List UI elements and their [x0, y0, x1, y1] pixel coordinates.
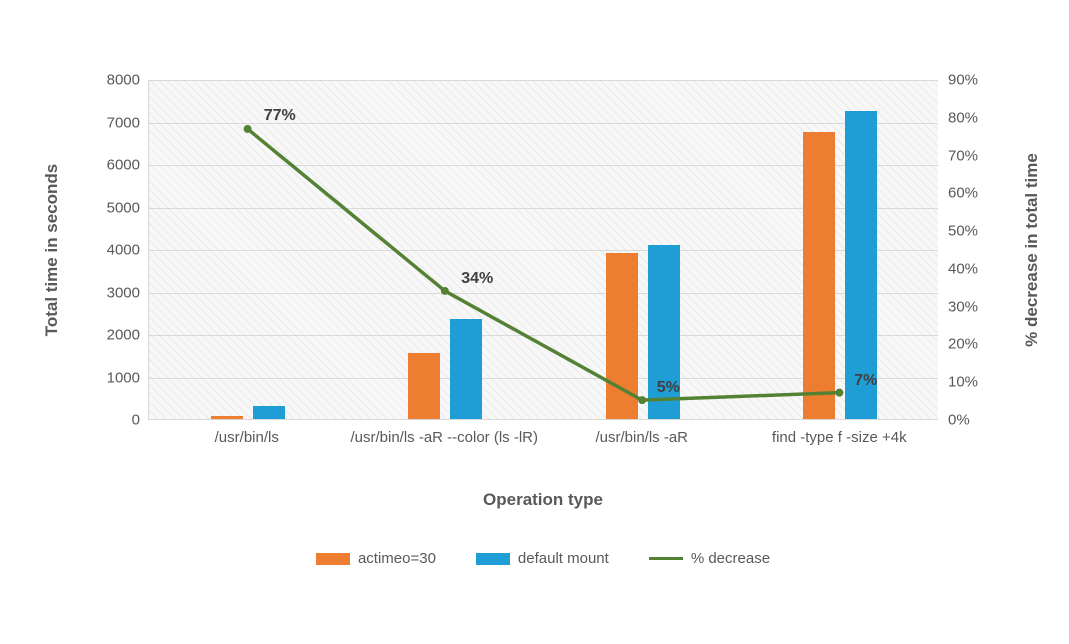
y-tick-right: 40%	[948, 261, 1008, 276]
x-tick: /usr/bin/ls	[148, 428, 346, 448]
data-label: 7%	[854, 372, 877, 390]
legend-line-icon	[649, 557, 683, 560]
y-tick-right: 70%	[948, 148, 1008, 163]
legend: actimeo=30 default mount % decrease	[148, 550, 938, 567]
y-tick-right: 20%	[948, 337, 1008, 352]
bar-actimeo-30	[803, 132, 835, 419]
chart-container: Total time in seconds % decrease in tota…	[60, 60, 1010, 610]
y-tick-left: 5000	[80, 200, 140, 215]
y-tick-right: 10%	[948, 375, 1008, 390]
x-tick: /usr/bin/ls -aR	[543, 428, 741, 448]
y-tick-right: 50%	[948, 224, 1008, 239]
y-tick-right: 0%	[948, 413, 1008, 428]
y-tick-left: 6000	[80, 158, 140, 173]
legend-item-decrease: % decrease	[649, 550, 770, 567]
bar-actimeo-30	[606, 253, 638, 419]
y-tick-right: 80%	[948, 110, 1008, 125]
y-axis-left-title: Total time in seconds	[42, 77, 62, 250]
bar-default-mount	[450, 319, 482, 419]
y-tick-right: 60%	[948, 186, 1008, 201]
y-axis-right: 0%10%20%30%40%50%60%70%80%90%	[944, 80, 1004, 420]
bar-default-mount	[253, 406, 285, 419]
legend-swatch-icon	[316, 553, 350, 565]
bar-actimeo-30	[211, 416, 243, 419]
legend-item-actimeo: actimeo=30	[316, 550, 436, 567]
x-axis: /usr/bin/ls/usr/bin/ls -aR --color (ls -…	[148, 422, 938, 482]
y-tick-left: 0	[80, 413, 140, 428]
y-tick-left: 8000	[80, 73, 140, 88]
data-label: 34%	[461, 270, 493, 288]
y-tick-left: 7000	[80, 115, 140, 130]
y-axis-left: 010002000300040005000600070008000	[84, 80, 144, 420]
legend-swatch-icon	[476, 553, 510, 565]
legend-label: % decrease	[691, 550, 770, 567]
x-tick: /usr/bin/ls -aR --color (ls -lR)	[346, 428, 544, 448]
y-tick-right: 90%	[948, 73, 1008, 88]
x-axis-title: Operation type	[148, 490, 938, 510]
legend-label: default mount	[518, 550, 609, 567]
x-tick: find -type f -size +4k	[741, 428, 939, 448]
data-label: 77%	[264, 107, 296, 125]
plot-area: 77% 34% 5% 7%	[148, 80, 938, 420]
y-axis-right-title: % decrease in total time	[1022, 56, 1042, 250]
bar-actimeo-30	[408, 353, 440, 419]
y-tick-left: 3000	[80, 285, 140, 300]
y-tick-left: 2000	[80, 328, 140, 343]
y-tick-left: 1000	[80, 370, 140, 385]
legend-label: actimeo=30	[358, 550, 436, 567]
gridline	[149, 80, 938, 81]
legend-item-default: default mount	[476, 550, 609, 567]
data-label: 5%	[657, 379, 680, 397]
y-tick-right: 30%	[948, 299, 1008, 314]
y-tick-left: 4000	[80, 243, 140, 258]
